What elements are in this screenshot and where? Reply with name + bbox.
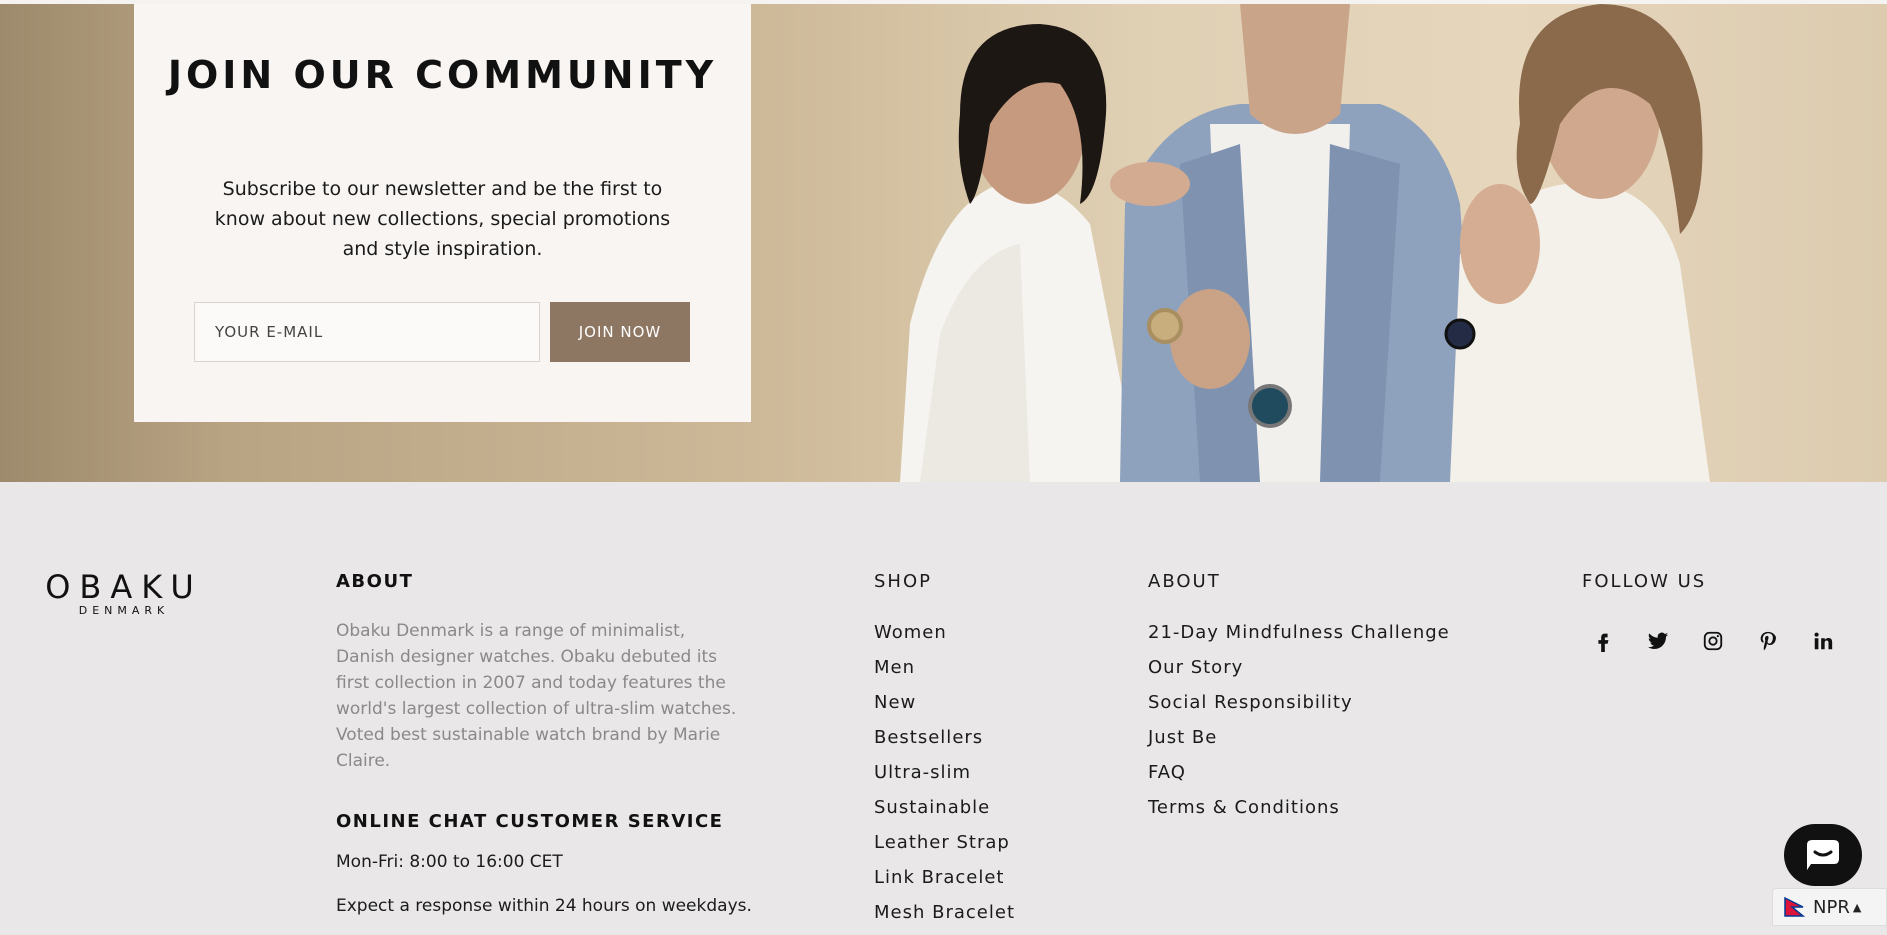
twitter-icon[interactable] (1637, 626, 1692, 656)
about-link-social-responsibility[interactable]: Social Responsibility (1148, 690, 1450, 725)
newsletter-hero: JOIN OUR COMMUNITY Subscribe to our news… (0, 0, 1887, 482)
facebook-icon[interactable] (1582, 626, 1637, 656)
shop-heading: SHOP (874, 571, 932, 592)
newsletter-description: Subscribe to our newsletter and be the f… (214, 178, 671, 260)
chat-heading: ONLINE CHAT CUSTOMER SERVICE (336, 811, 724, 832)
shop-link-bestsellers[interactable]: Bestsellers (874, 725, 1015, 760)
about-links-column: ABOUT 21-Day Mindfulness Challenge Our S… (1148, 570, 1450, 830)
shop-link-new[interactable]: New (874, 690, 1015, 725)
about-text: Obaku Denmark is a range of minimalist, … (336, 621, 737, 771)
logo-subtitle: DENMARK (78, 604, 170, 617)
about-heading: ABOUT (336, 571, 414, 592)
logo-wordmark: OBAKU (45, 568, 203, 606)
shop-link-leather-strap[interactable]: Leather Strap (874, 830, 1015, 865)
social-links (1582, 626, 1857, 656)
shop-link-mesh-bracelet[interactable]: Mesh Bracelet (874, 900, 1015, 935)
pinterest-icon[interactable] (1747, 626, 1802, 656)
email-input[interactable] (194, 302, 540, 362)
shop-link-link-bracelet[interactable]: Link Bracelet (874, 865, 1015, 900)
about-link-just-be[interactable]: Just Be (1148, 725, 1450, 760)
newsletter-panel: JOIN OUR COMMUNITY Subscribe to our news… (134, 4, 751, 422)
about-link-our-story[interactable]: Our Story (1148, 655, 1450, 690)
models-photo (900, 4, 1710, 482)
shop-link-men[interactable]: Men (874, 655, 1015, 690)
about-link-terms[interactable]: Terms & Conditions (1148, 795, 1450, 830)
follow-column: FOLLOW US (1582, 570, 1857, 656)
about-link-mindfulness[interactable]: 21-Day Mindfulness Challenge (1148, 620, 1450, 655)
obaku-logo[interactable]: OBAKU DENMARK (40, 570, 208, 618)
join-now-button[interactable]: JOIN NOW (550, 302, 690, 362)
follow-heading: FOLLOW US (1582, 571, 1707, 592)
about-column: ABOUT Obaku Denmark is a range of minima… (336, 570, 756, 930)
about-link-faq[interactable]: FAQ (1148, 760, 1450, 795)
footer: OBAKU DENMARK ABOUT Obaku Denmark is a r… (0, 482, 1887, 926)
about-links-heading: ABOUT (1148, 571, 1221, 592)
newsletter-title: JOIN OUR COMMUNITY (167, 53, 718, 97)
currency-selector[interactable]: NPR ▲ (1772, 888, 1887, 926)
nepal-flag-icon (1784, 897, 1806, 917)
shop-link-women[interactable]: Women (874, 620, 1015, 655)
linkedin-icon[interactable] (1802, 626, 1857, 656)
chat-bubble-icon (1807, 840, 1839, 870)
caret-up-icon: ▲ (1852, 900, 1862, 914)
shop-link-sustainable[interactable]: Sustainable (874, 795, 1015, 830)
shop-link-ultra-slim[interactable]: Ultra-slim (874, 760, 1015, 795)
chat-response-time: Expect a response within 24 hours on wee… (336, 896, 752, 916)
currency-code: NPR (1813, 896, 1850, 918)
chat-button[interactable] (1784, 824, 1862, 886)
instagram-icon[interactable] (1692, 626, 1747, 656)
shop-column: SHOP Women Men New Bestsellers Ultra-sli… (874, 570, 1015, 935)
chat-hours: Mon-Fri: 8:00 to 16:00 CET (336, 852, 563, 872)
